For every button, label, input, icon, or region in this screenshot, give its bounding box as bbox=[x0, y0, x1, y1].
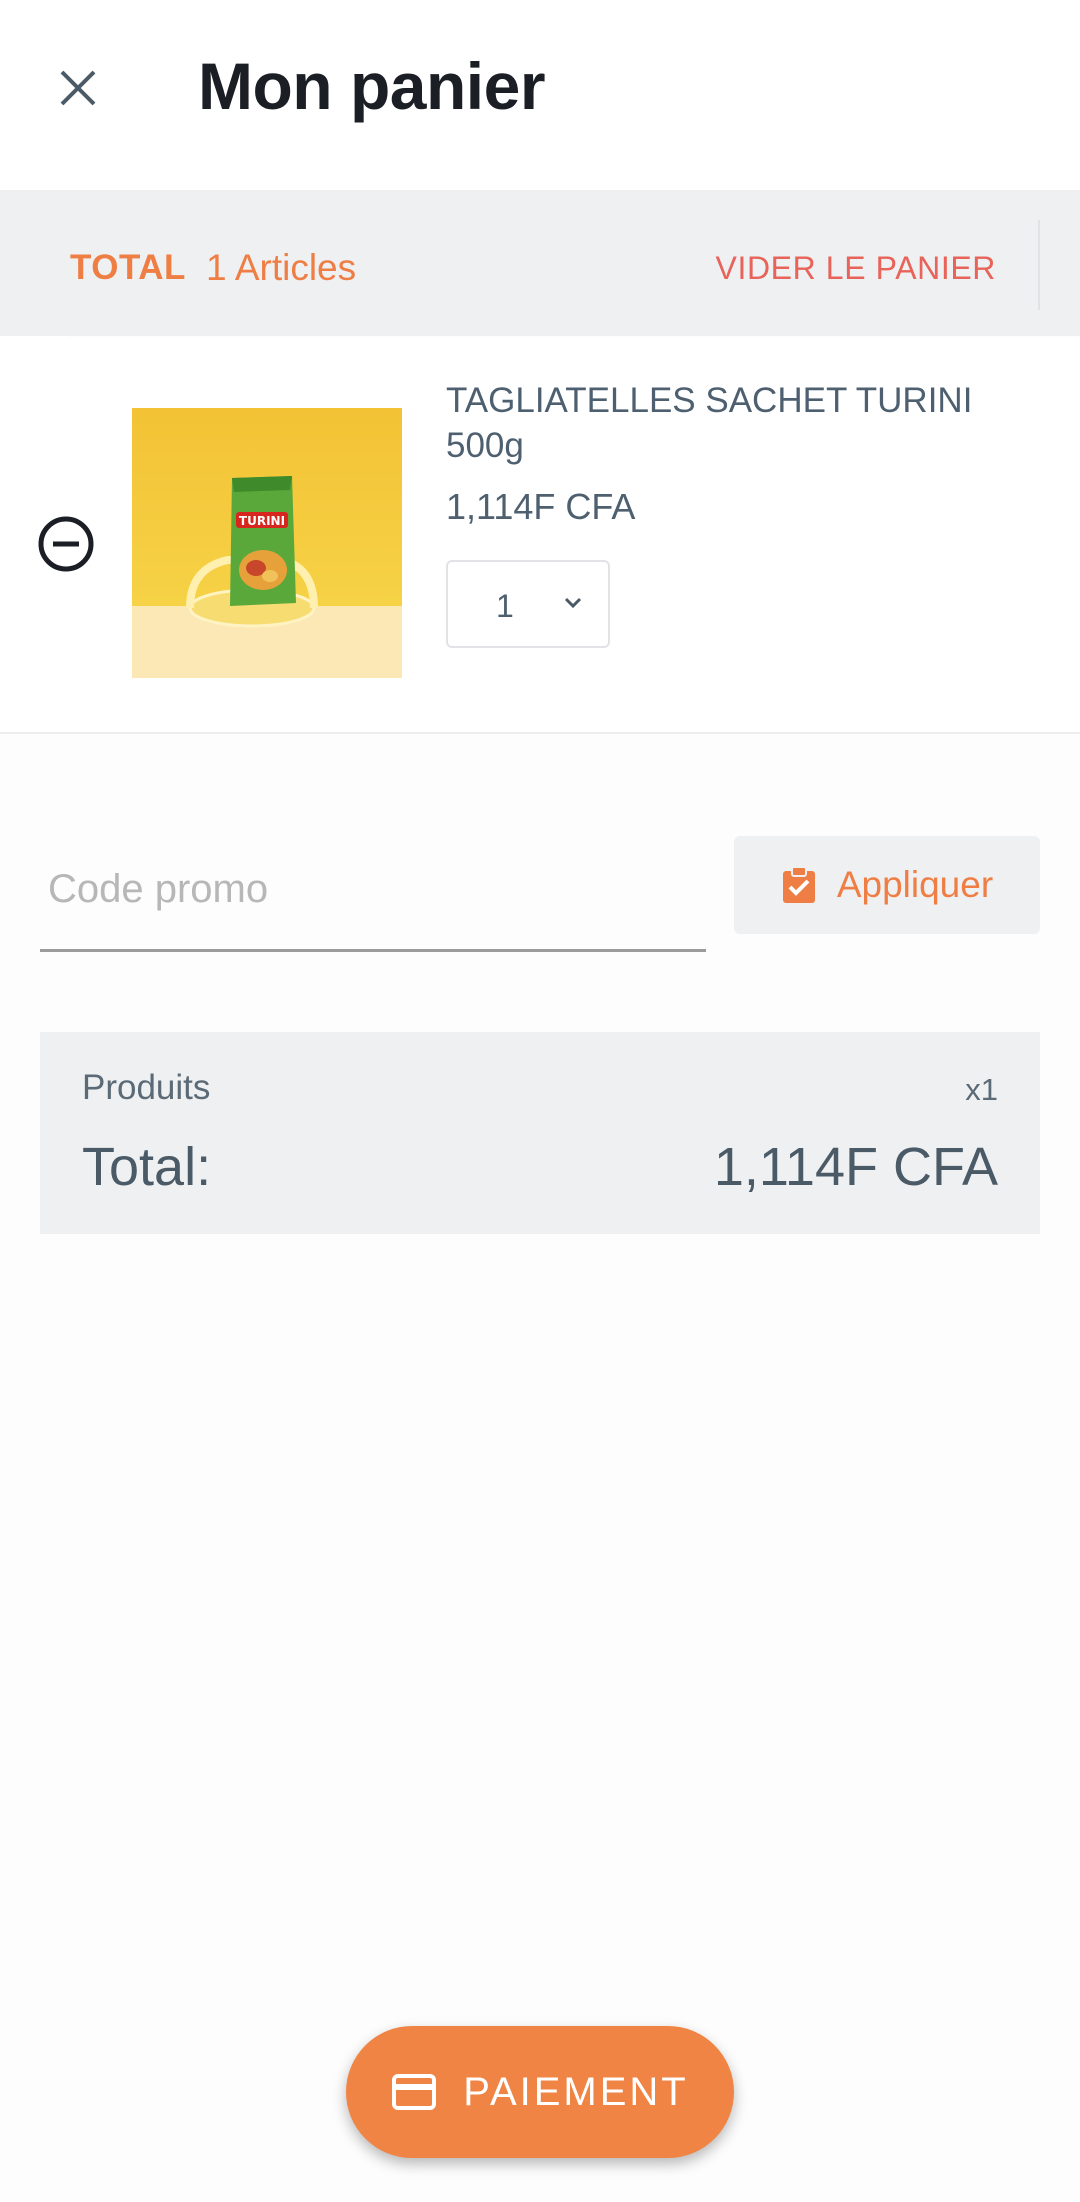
close-icon bbox=[60, 70, 96, 106]
divider bbox=[1038, 220, 1040, 310]
credit-card-icon bbox=[392, 2074, 437, 2110]
clear-cart-button[interactable]: VIDER LE PANIER bbox=[716, 250, 996, 287]
products-count: x1 bbox=[965, 1072, 998, 1107]
checkout-label: PAIEMENT bbox=[463, 2069, 689, 2114]
product-name: TAGLIATELLES SACHET TURINI 500g bbox=[446, 381, 973, 465]
total-value: 1,114F CFA bbox=[713, 1137, 998, 1197]
order-summary: Produits x1 Total: 1,114F CFA bbox=[40, 1032, 1040, 1234]
app-header: Mon panier bbox=[0, 0, 1080, 190]
remove-item-button[interactable] bbox=[34, 512, 98, 576]
total-label: TOTAL bbox=[70, 248, 186, 287]
checkout-button[interactable]: PAIEMENT bbox=[346, 2026, 734, 2158]
apply-label: Appliquer bbox=[836, 864, 994, 905]
product-logo-text: TURINI bbox=[239, 514, 285, 528]
close-button[interactable] bbox=[42, 52, 114, 124]
product-price: 1,114F CFA bbox=[446, 486, 636, 527]
cart-item: TURINI TAGLIATELLES SACHET TURINI 500g 1… bbox=[0, 338, 1080, 734]
product-image: TURINI bbox=[132, 408, 402, 678]
page-title: Mon panier bbox=[198, 49, 546, 123]
quantity-select[interactable]: 1 bbox=[446, 560, 610, 648]
apply-promo-button[interactable]: Appliquer bbox=[734, 836, 1040, 934]
clipboard-check-icon bbox=[782, 866, 815, 903]
chevron-down-icon bbox=[564, 597, 582, 609]
remove-circle-icon bbox=[38, 516, 94, 572]
promo-code-input[interactable] bbox=[40, 830, 706, 952]
products-label: Produits bbox=[82, 1068, 211, 1107]
cart-page: Mon panier TOTAL 1 Articles VIDER LE PAN… bbox=[0, 0, 1080, 2202]
quantity-value: 1 bbox=[496, 588, 514, 624]
total-label: Total: bbox=[82, 1137, 212, 1197]
articles-count: 1 Articles bbox=[206, 247, 357, 288]
cart-total-bar: TOTAL 1 Articles VIDER LE PANIER bbox=[0, 190, 1080, 336]
